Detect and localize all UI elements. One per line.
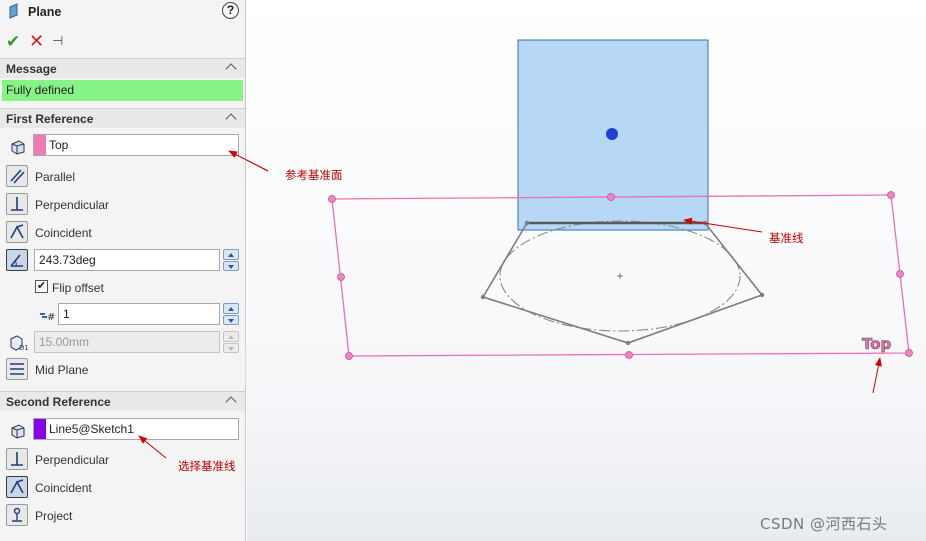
second-reference-field[interactable]: Line5@Sketch1	[33, 418, 239, 440]
coincident-label[interactable]: Coincident	[35, 226, 92, 240]
pin-button[interactable]: ⊣	[52, 33, 63, 49]
section-title: Second Reference	[6, 394, 111, 409]
project-button[interactable]	[6, 504, 28, 526]
spin-down-icon[interactable]	[223, 314, 239, 325]
reference-entity-icon	[7, 136, 29, 158]
coincident-label-2[interactable]: Coincident	[35, 481, 92, 495]
help-button[interactable]: ?	[222, 2, 239, 19]
chevron-up-icon[interactable]	[225, 113, 237, 125]
second-reference-header[interactable]: Second Reference	[0, 391, 245, 411]
reference-color-swatch	[34, 135, 46, 155]
watermark: CSDN @河西石头	[760, 515, 888, 533]
spin-up-icon[interactable]	[223, 249, 239, 260]
flip-offset-checkbox[interactable]: ✔	[35, 280, 48, 293]
annotation-select-line: 选择基准线	[178, 459, 236, 473]
spin-down-icon[interactable]	[223, 342, 239, 353]
first-reference-value: Top	[49, 138, 69, 152]
svg-text:#: #	[47, 312, 55, 323]
chevron-up-icon[interactable]	[225, 396, 237, 408]
section-title: Message	[6, 61, 57, 76]
parallel-button[interactable]	[6, 165, 28, 187]
cancel-button[interactable]: ✕	[29, 31, 44, 52]
angle-button[interactable]	[6, 249, 28, 271]
ok-button[interactable]: ✔	[6, 32, 20, 52]
reference-entity-icon	[7, 420, 29, 442]
graphics-viewport[interactable]: Top	[247, 0, 926, 541]
perpendicular-button[interactable]	[6, 193, 28, 215]
instances-spinner[interactable]	[223, 303, 239, 325]
spin-up-icon[interactable]	[223, 303, 239, 314]
instances-icon: #	[35, 303, 57, 325]
section-title: First Reference	[6, 111, 94, 126]
instances-input[interactable]: 1	[58, 303, 220, 325]
perpendicular-button-2[interactable]	[6, 448, 28, 470]
top-plane-label: Top	[862, 335, 892, 353]
parallel-label[interactable]: Parallel	[35, 170, 75, 184]
angle-input[interactable]: 243.73deg	[34, 249, 220, 271]
coincident-button[interactable]	[6, 221, 28, 243]
first-reference-header[interactable]: First Reference	[0, 108, 245, 128]
chevron-up-icon[interactable]	[225, 63, 237, 75]
distance-spinner[interactable]	[223, 331, 239, 353]
message-section-header[interactable]: Message	[0, 58, 245, 78]
spin-down-icon[interactable]	[223, 260, 239, 271]
mid-plane-button[interactable]	[6, 358, 28, 380]
flip-offset-label[interactable]: Flip offset	[52, 281, 104, 295]
perpendicular-label-2[interactable]: Perpendicular	[35, 453, 109, 467]
perpendicular-label[interactable]: Perpendicular	[35, 198, 109, 212]
distance-icon: D1	[7, 331, 29, 353]
panel-title-text: Plane	[28, 5, 62, 19]
svg-text:D1: D1	[19, 344, 28, 352]
angle-spinner[interactable]	[223, 249, 239, 271]
reference-color-swatch	[34, 419, 46, 439]
spin-up-icon[interactable]	[223, 331, 239, 342]
annotation-reference-plane: 参考基准面	[285, 168, 343, 182]
distance-input[interactable]: 15.00mm	[34, 331, 220, 353]
annotation-reference-line: 基准线	[769, 231, 804, 245]
status-message: Fully defined	[2, 80, 243, 101]
mid-plane-label[interactable]: Mid Plane	[35, 363, 88, 377]
plane-origin-handle[interactable]	[606, 128, 618, 140]
coincident-button-2[interactable]	[6, 476, 28, 498]
project-label[interactable]: Project	[35, 509, 72, 523]
first-reference-field[interactable]: Top	[33, 134, 239, 156]
plane-icon	[8, 2, 22, 22]
second-reference-value: Line5@Sketch1	[49, 422, 134, 436]
panel-title: Plane	[8, 2, 62, 22]
